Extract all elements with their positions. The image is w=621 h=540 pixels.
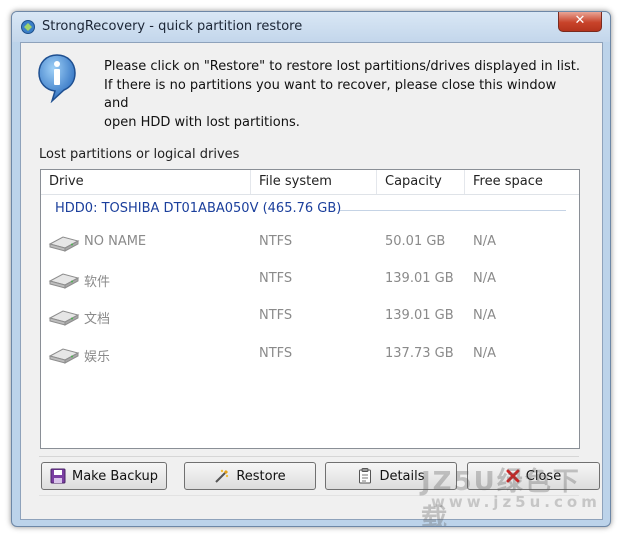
- free-space: N/A: [473, 308, 496, 323]
- restore-label: Restore: [236, 468, 286, 484]
- info-icon: [38, 54, 76, 103]
- make-backup-label: Make Backup: [71, 468, 159, 484]
- free-space: N/A: [473, 346, 496, 361]
- drive-name: 文档: [84, 312, 111, 327]
- drive-name: 娱乐: [84, 350, 111, 365]
- wand-icon: [215, 469, 229, 483]
- capacity: 139.01 GB: [385, 308, 454, 323]
- column-header-capacity[interactable]: Capacity: [377, 170, 465, 194]
- partition-row[interactable]: 娱乐 NTFS 137.73 GB N/A: [41, 340, 579, 370]
- drive-icon: [48, 236, 80, 252]
- partition-list[interactable]: Drive File system Capacity Free space HD…: [40, 169, 580, 449]
- file-system: NTFS: [259, 346, 293, 361]
- file-system: NTFS: [259, 234, 293, 249]
- details-label: Details: [379, 468, 425, 484]
- group-divider: [340, 210, 566, 211]
- dialog-body: Please click on "Restore" to restore los…: [20, 42, 603, 526]
- list-header: Drive File system Capacity Free space: [41, 170, 579, 195]
- file-system: NTFS: [259, 271, 293, 286]
- free-space: N/A: [473, 271, 496, 286]
- window-close-button[interactable]: ✕: [558, 12, 602, 32]
- drive-name: 软件: [84, 275, 111, 290]
- drive-icon: [48, 310, 80, 326]
- partition-row[interactable]: 软件 NTFS 139.01 GB N/A: [41, 265, 579, 295]
- restore-button[interactable]: Restore: [184, 462, 316, 490]
- file-system: NTFS: [259, 308, 293, 323]
- drive-icon: [48, 348, 80, 364]
- watermark-url: www.jz5u.com: [431, 493, 601, 511]
- instruction-text: Please click on "Restore" to restore los…: [104, 59, 580, 130]
- partition-row[interactable]: 文档 NTFS 139.01 GB N/A: [41, 302, 579, 332]
- drive-name: NO NAME: [84, 234, 147, 249]
- column-header-file-system[interactable]: File system: [251, 170, 377, 194]
- app-icon: [21, 20, 35, 34]
- capacity: 137.73 GB: [385, 346, 454, 361]
- capacity: 139.01 GB: [385, 271, 454, 286]
- make-backup-button[interactable]: Make Backup: [41, 462, 167, 490]
- disk-group-header[interactable]: HDD0: TOSHIBA DT01ABA050V (465.76 GB): [55, 201, 341, 216]
- recovery-window: StrongRecovery - quick partition restore…: [11, 11, 611, 527]
- drive-icon: [48, 273, 80, 289]
- partition-row[interactable]: NO NAME NTFS 50.01 GB N/A: [41, 228, 579, 258]
- free-space: N/A: [473, 234, 496, 249]
- column-header-free-space[interactable]: Free space: [465, 170, 579, 194]
- button-separator: [39, 456, 579, 457]
- floppy-icon: [50, 468, 66, 484]
- clipboard-icon: [359, 468, 372, 484]
- disk-group-label: HDD0: TOSHIBA DT01ABA050V (465.76 GB): [55, 201, 342, 216]
- window-title: StrongRecovery - quick partition restore: [42, 19, 303, 34]
- title-bar[interactable]: StrongRecovery - quick partition restore…: [12, 12, 610, 42]
- column-header-drive[interactable]: Drive: [41, 170, 251, 194]
- group-label: Lost partitions or logical drives: [39, 147, 240, 162]
- capacity: 50.01 GB: [385, 234, 446, 249]
